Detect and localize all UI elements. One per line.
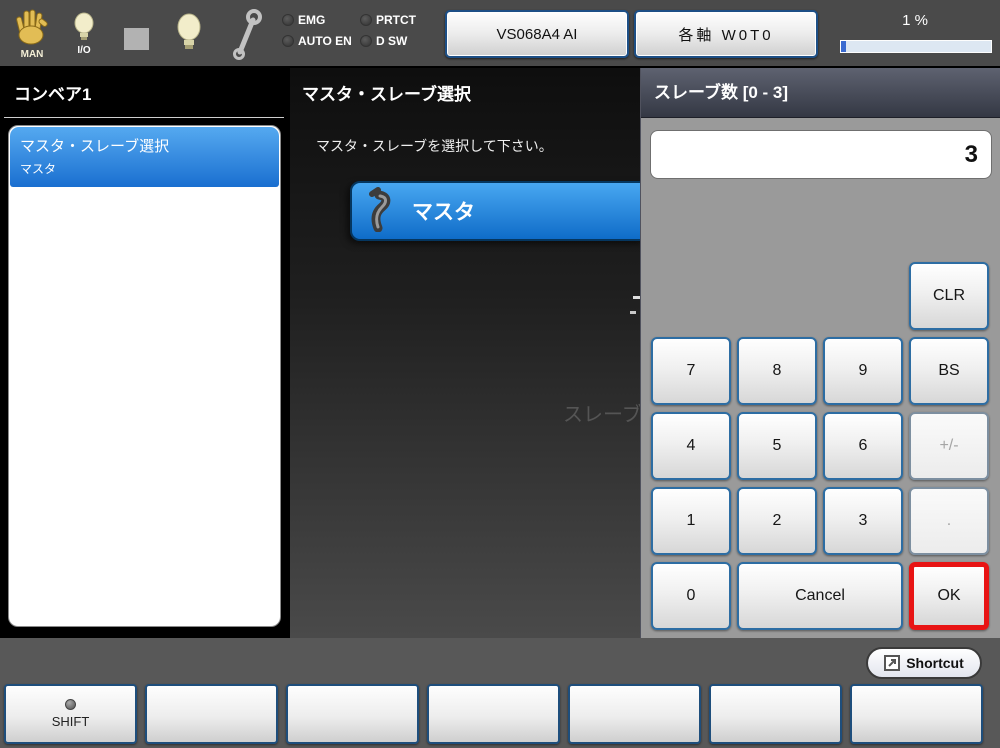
key-0[interactable]: 0 <box>651 562 731 630</box>
master-select-button[interactable]: マスタ <box>350 181 640 241</box>
robot-type-button[interactable]: VS068A4 AI <box>445 10 629 58</box>
io-label: I/O <box>72 45 96 56</box>
key-5[interactable]: 5 <box>737 412 817 480</box>
shortcut-label: Shortcut <box>906 655 964 671</box>
shift-label: SHIFT <box>52 714 90 729</box>
left-panel-title: コンベア1 <box>14 80 91 105</box>
clr-button[interactable]: CLR <box>909 262 989 330</box>
auto-en-led-icon <box>282 35 294 47</box>
mode-coordinate-button[interactable]: 各軸 W0T0 <box>634 10 818 58</box>
master-button-label: マスタ <box>412 196 475 226</box>
indicator-emg: EMG <box>282 13 360 27</box>
menu-list: マスタ・スレーブ選択 マスタ <box>8 125 281 627</box>
indicator-d-sw: D SW <box>360 34 434 48</box>
key-4[interactable]: 4 <box>651 412 731 480</box>
function-key-7[interactable] <box>850 684 983 744</box>
d-sw-led-icon <box>360 35 372 47</box>
key-1[interactable]: 1 <box>651 487 731 555</box>
list-item-title: マスタ・スレーブ選択 <box>20 135 269 156</box>
cancel-button[interactable]: Cancel <box>737 562 903 630</box>
speed-progress-bar <box>840 40 992 53</box>
dialog-title: スレーブ数 [0 - 3] <box>641 68 1000 118</box>
io-lamp-icon <box>72 29 96 46</box>
number-input-field[interactable]: 3 <box>650 130 992 179</box>
shortcut-button[interactable]: Shortcut <box>866 647 982 679</box>
function-key-4[interactable] <box>427 684 560 744</box>
list-item-master-slave-select[interactable]: マスタ・スレーブ選択 マスタ <box>10 127 279 187</box>
emg-led-icon <box>282 14 294 26</box>
indicator-auto-en: AUTO EN <box>282 34 360 48</box>
key-2[interactable]: 2 <box>737 487 817 555</box>
key-9[interactable]: 9 <box>823 337 903 405</box>
key-8[interactable]: 8 <box>737 337 817 405</box>
clipped-text-fragment <box>633 296 640 299</box>
manual-mode-label: MAN <box>15 49 49 60</box>
manual-mode-indicator: MAN <box>15 8 49 60</box>
function-key-shift[interactable]: SHIFT <box>4 684 137 744</box>
prtct-label: PRTCT <box>376 13 416 27</box>
hand-icon <box>15 33 49 50</box>
prtct-led-icon <box>360 14 372 26</box>
slave-label-clipped: スレーブ <box>563 398 640 427</box>
lamp-icon <box>174 12 204 57</box>
list-item-subtitle: マスタ <box>20 160 269 177</box>
slave-count-dialog: スレーブ数 [0 - 3] 3 CLR 7 8 9 BS 4 5 6 +/- 1… <box>640 68 1000 638</box>
function-key-2[interactable] <box>145 684 278 744</box>
ok-button[interactable]: OK <box>909 562 989 630</box>
bottom-function-bar: Shortcut SHIFT <box>0 638 1000 748</box>
function-key-5[interactable] <box>568 684 701 744</box>
d-sw-label: D SW <box>376 34 407 48</box>
plus-minus-button[interactable]: +/- <box>909 412 989 480</box>
left-menu-panel: コンベア1 マスタ・スレーブ選択 マスタ <box>0 68 290 638</box>
speed-percentage: 1 % <box>836 12 994 29</box>
selection-prompt: マスタ・スレーブを選択して下さい。 <box>316 136 553 156</box>
top-status-bar: MAN I/O EMG <box>0 0 1000 68</box>
emg-label: EMG <box>298 13 325 27</box>
auto-en-label: AUTO EN <box>298 34 352 48</box>
key-3[interactable]: 3 <box>823 487 903 555</box>
robot-arm-icon <box>364 186 396 237</box>
io-status: I/O <box>72 12 96 56</box>
decimal-point-button[interactable]: . <box>909 487 989 555</box>
status-indicator-group: EMG PRTCT AUTO EN D SW <box>282 13 434 48</box>
key-6[interactable]: 6 <box>823 412 903 480</box>
progress-fill <box>841 41 846 52</box>
shift-led-icon <box>65 699 76 710</box>
function-key-3[interactable] <box>286 684 419 744</box>
stop-square-icon <box>124 28 149 50</box>
bs-button[interactable]: BS <box>909 337 989 405</box>
function-key-6[interactable] <box>709 684 842 744</box>
mid-panel-title: マスタ・スレーブ選択 <box>302 80 471 105</box>
left-panel-divider <box>4 117 284 118</box>
wrench-icon <box>230 8 264 65</box>
indicator-prtct: PRTCT <box>360 13 434 27</box>
master-slave-select-panel: マスタ・スレーブ選択 マスタ・スレーブを選択して下さい。 マスタ スレーブ <box>290 68 640 638</box>
clipped-text-fragment <box>630 311 636 314</box>
key-7[interactable]: 7 <box>651 337 731 405</box>
shortcut-arrow-icon <box>884 655 900 671</box>
